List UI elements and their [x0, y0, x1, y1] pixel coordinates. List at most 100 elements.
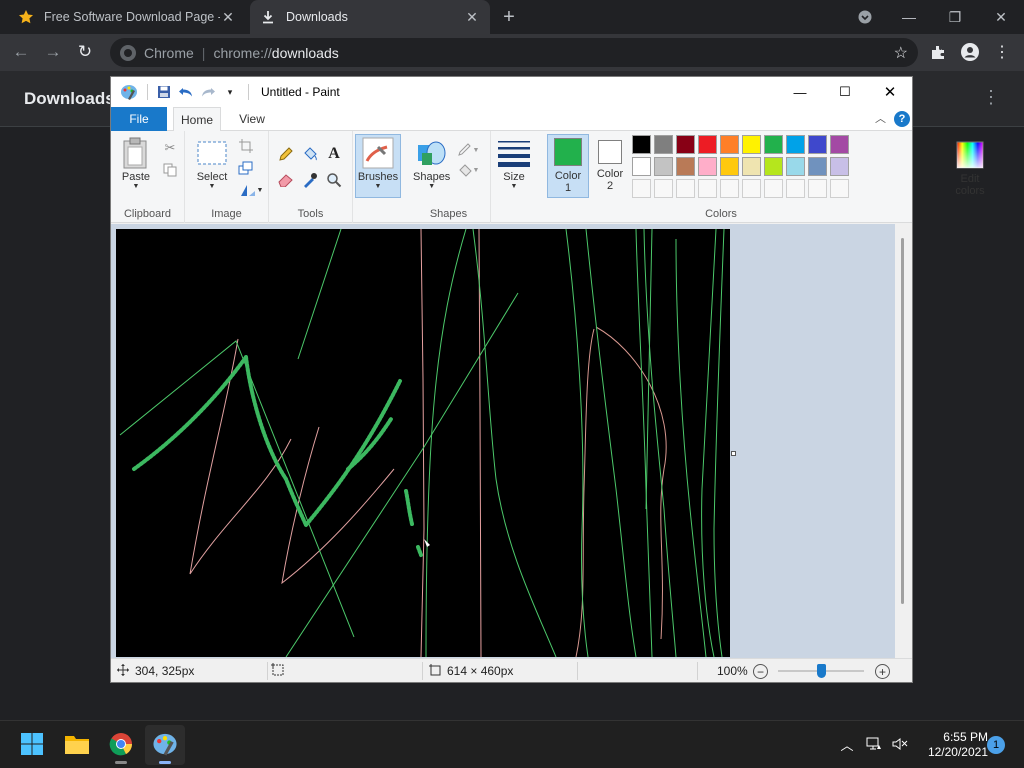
- profile-icon[interactable]: [957, 39, 983, 65]
- color2-button[interactable]: Color 2: [591, 134, 629, 198]
- file-explorer-button[interactable]: [57, 725, 97, 765]
- show-hidden-icons-icon[interactable]: ︿: [836, 733, 858, 755]
- tab-search-icon[interactable]: [842, 0, 888, 34]
- resize-icon[interactable]: [237, 159, 255, 177]
- magnifier-icon[interactable]: [325, 171, 343, 189]
- canvas-resize-handle-right[interactable]: [731, 451, 736, 456]
- palette-color-swatch[interactable]: [830, 135, 849, 154]
- palette-color-swatch[interactable]: [698, 157, 717, 176]
- close-tab-icon[interactable]: ✕: [220, 9, 236, 25]
- outline-icon[interactable]: ▼: [455, 141, 481, 159]
- rotate-icon[interactable]: ▼: [237, 181, 265, 199]
- undo-icon[interactable]: [176, 82, 196, 102]
- scrollbar-thumb[interactable]: [901, 238, 904, 604]
- redo-icon[interactable]: [198, 82, 218, 102]
- forward-button[interactable]: →: [40, 39, 66, 65]
- palette-color-swatch[interactable]: [742, 157, 761, 176]
- clipboard-group: Paste ▼ ✂ Clipboard: [111, 131, 185, 223]
- custom-color-slot[interactable]: [742, 179, 761, 198]
- custom-color-slot[interactable]: [786, 179, 805, 198]
- custom-color-slot[interactable]: [676, 179, 695, 198]
- palette-color-swatch[interactable]: [720, 157, 739, 176]
- system-clock[interactable]: 6:55 PM 12/20/2021: [916, 730, 988, 760]
- palette-color-swatch[interactable]: [632, 135, 651, 154]
- pencil-icon[interactable]: [277, 145, 295, 163]
- custom-color-slot[interactable]: [632, 179, 651, 198]
- select-button[interactable]: Select ▼: [195, 135, 229, 190]
- image-size-icon: [429, 663, 441, 679]
- palette-color-swatch[interactable]: [676, 135, 695, 154]
- chrome-menu-icon[interactable]: ⋮: [989, 39, 1015, 65]
- palette-color-swatch[interactable]: [830, 157, 849, 176]
- paint-minimize-button[interactable]: —: [777, 77, 823, 107]
- custom-color-slot[interactable]: [808, 179, 827, 198]
- palette-color-swatch[interactable]: [742, 135, 761, 154]
- palette-color-swatch[interactable]: [698, 135, 717, 154]
- zoom-slider-thumb[interactable]: [817, 664, 826, 678]
- paint-maximize-button[interactable]: ☐: [822, 77, 868, 107]
- collapse-ribbon-icon[interactable]: ︿: [875, 110, 886, 126]
- extensions-icon[interactable]: [925, 39, 951, 65]
- tab-downloads[interactable]: Downloads ✕: [250, 0, 490, 34]
- crop-icon[interactable]: [237, 137, 255, 155]
- brushes-button[interactable]: Brushes ▼: [355, 134, 401, 198]
- customize-qat-icon[interactable]: ▾: [220, 82, 240, 102]
- tab-home[interactable]: Home: [173, 107, 221, 132]
- paint-app-icon[interactable]: [119, 82, 139, 102]
- help-icon[interactable]: ?: [894, 111, 910, 127]
- palette-color-swatch[interactable]: [764, 135, 783, 154]
- network-icon[interactable]: [863, 733, 885, 755]
- back-button[interactable]: ←: [8, 39, 34, 65]
- zoom-in-button[interactable]: +: [875, 664, 890, 679]
- color-picker-icon[interactable]: [301, 171, 319, 189]
- save-icon[interactable]: [154, 82, 174, 102]
- custom-color-slot[interactable]: [698, 179, 717, 198]
- vertical-scrollbar[interactable]: [895, 224, 912, 658]
- text-tool-icon[interactable]: A: [325, 145, 343, 163]
- edit-colors-button[interactable]: Edit colors: [953, 137, 987, 197]
- paint-close-button[interactable]: ✕: [867, 77, 913, 107]
- custom-color-slot[interactable]: [654, 179, 673, 198]
- drawing-canvas[interactable]: [116, 229, 730, 657]
- restore-button[interactable]: ❐: [932, 0, 978, 34]
- palette-color-swatch[interactable]: [720, 135, 739, 154]
- close-tab-icon[interactable]: ✕: [464, 9, 480, 25]
- palette-color-swatch[interactable]: [654, 157, 673, 176]
- downloads-menu-icon[interactable]: ⋮: [982, 87, 1000, 108]
- palette-color-swatch[interactable]: [764, 157, 783, 176]
- size-button[interactable]: Size ▼: [497, 135, 531, 190]
- copy-icon[interactable]: [161, 161, 179, 179]
- address-bar[interactable]: Chrome | chrome://downloads ☆: [110, 38, 918, 67]
- minimize-button[interactable]: —: [886, 0, 932, 34]
- close-window-button[interactable]: ✕: [978, 0, 1024, 34]
- tab-view[interactable]: View: [229, 107, 275, 131]
- fill-bucket-icon[interactable]: [301, 145, 319, 163]
- palette-color-swatch[interactable]: [632, 157, 651, 176]
- palette-color-swatch[interactable]: [676, 157, 695, 176]
- palette-color-swatch[interactable]: [786, 135, 805, 154]
- paint-taskbar-button[interactable]: [145, 725, 185, 765]
- notification-badge[interactable]: 1: [987, 736, 1005, 754]
- shapes-button[interactable]: Shapes ▼: [413, 135, 450, 190]
- start-button[interactable]: [12, 725, 52, 765]
- bookmark-star-icon[interactable]: ☆: [894, 43, 908, 63]
- fill-icon[interactable]: ▼: [455, 161, 481, 179]
- cut-icon[interactable]: ✂: [161, 139, 179, 157]
- eraser-icon[interactable]: [277, 171, 295, 189]
- palette-color-swatch[interactable]: [654, 135, 673, 154]
- palette-color-swatch[interactable]: [808, 157, 827, 176]
- color1-button[interactable]: Color 1: [547, 134, 589, 198]
- tab-file[interactable]: File: [111, 107, 167, 131]
- reload-button[interactable]: ↻: [72, 39, 98, 65]
- new-tab-button[interactable]: +: [498, 6, 520, 28]
- custom-color-slot[interactable]: [720, 179, 739, 198]
- zoom-out-button[interactable]: −: [753, 664, 768, 679]
- custom-color-slot[interactable]: [830, 179, 849, 198]
- palette-color-swatch[interactable]: [786, 157, 805, 176]
- paste-button[interactable]: Paste ▼: [119, 135, 153, 190]
- volume-muted-icon[interactable]: [889, 733, 911, 755]
- chrome-taskbar-button[interactable]: [101, 725, 141, 765]
- palette-color-swatch[interactable]: [808, 135, 827, 154]
- custom-color-slot[interactable]: [764, 179, 783, 198]
- tab-free-software[interactable]: Free Software Download Page - S ✕: [8, 0, 246, 34]
